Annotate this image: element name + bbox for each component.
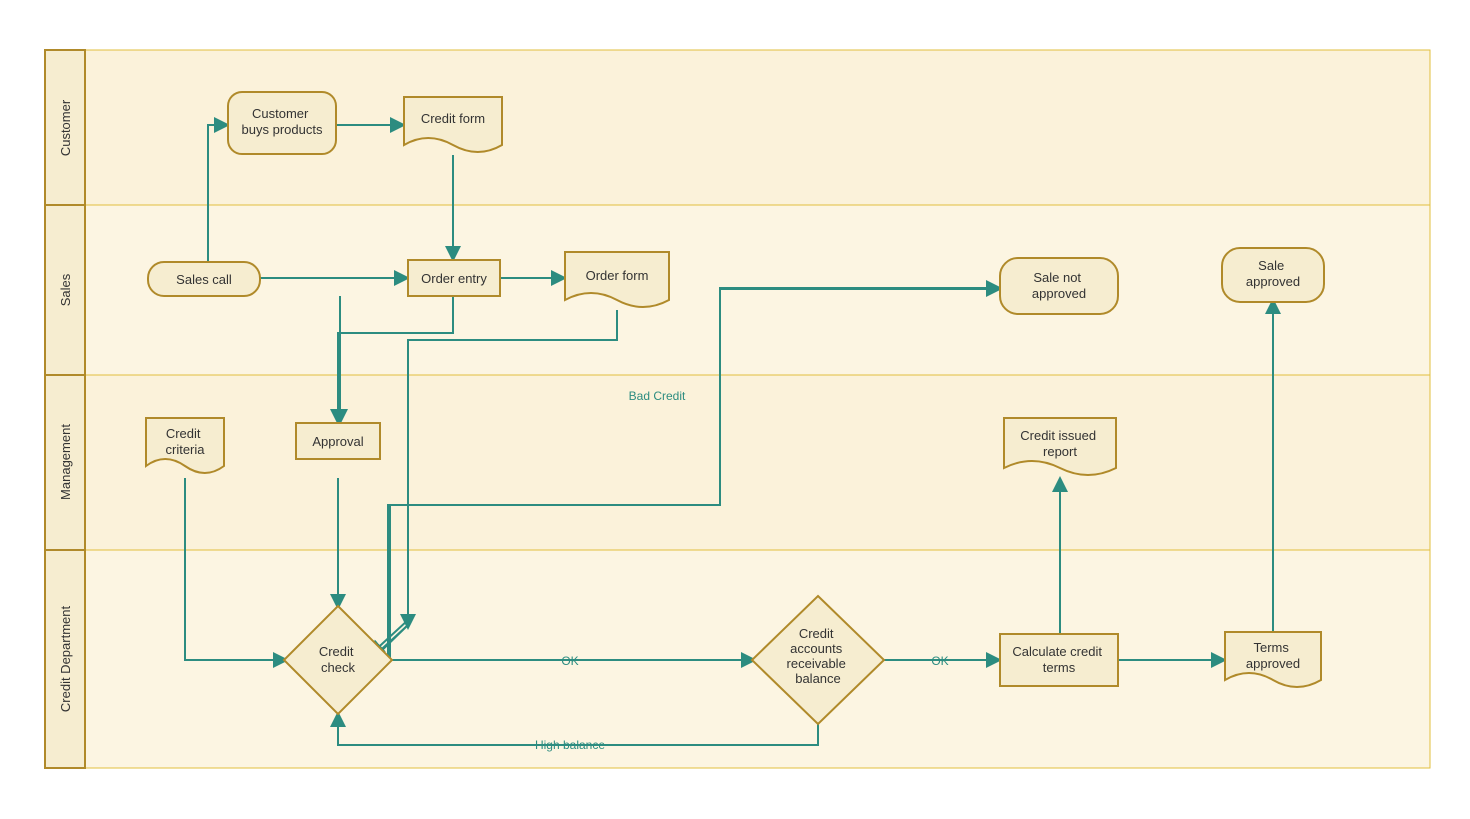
svg-text:Sales call: Sales call (176, 272, 232, 287)
svg-text:Credit check: Credit check (319, 644, 357, 675)
swimlane-diagram: Customer Sales Management Credit Departm… (0, 0, 1470, 819)
node-sales-call: Sales call (148, 262, 260, 296)
svg-text:Sale not approved: Sale not approved (1032, 270, 1086, 301)
node-sale-not-approved: Sale not approved (1000, 258, 1118, 314)
node-calculate-terms: Calculate credit terms (1000, 634, 1118, 686)
lane-label-credit: Credit Department (58, 606, 73, 713)
lane-label-customer: Customer (58, 99, 73, 156)
svg-text:Credit form: Credit form (421, 111, 485, 126)
edge-label-ok1: OK (561, 654, 578, 668)
edge-label-bad-credit: Bad Credit (629, 389, 686, 403)
lane-label-sales: Sales (58, 273, 73, 306)
edge-label-high-balance: High balance (535, 738, 605, 752)
svg-text:Approval: Approval (312, 434, 363, 449)
svg-text:Terms approved: Terms approved (1246, 640, 1300, 671)
svg-text:Credit criteria: Credit criteria (165, 426, 205, 457)
node-order-entry: Order entry (408, 260, 500, 296)
node-sale-approved: Sale approved (1222, 248, 1324, 302)
node-customer-buys: Customer buys products (228, 92, 336, 154)
svg-text:Order entry: Order entry (421, 271, 487, 286)
node-approval: Approval (296, 423, 380, 459)
lane-label-management: Management (58, 424, 73, 500)
svg-text:Customer buys products: Customer buys products (242, 106, 323, 137)
svg-text:Order form: Order form (586, 268, 649, 283)
edge-label-ok2: OK (931, 654, 948, 668)
